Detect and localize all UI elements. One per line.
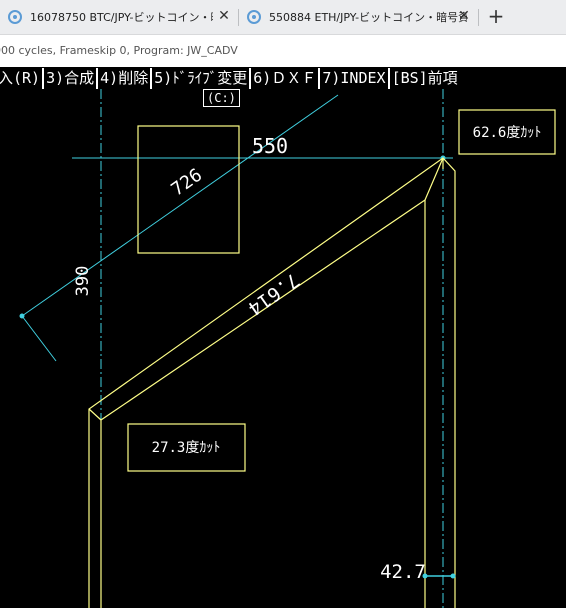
dimension-rect-height: 390 (73, 266, 93, 297)
tab-title: 550884 ETH/JPY-ビットコイン・暗号資 (269, 11, 467, 24)
emulator-status-line: 000 cycles, Frameskip 0, Program: JW_CAD… (0, 35, 566, 67)
dimension-point (19, 313, 25, 319)
close-tab-icon[interactable]: ✕ (216, 5, 232, 27)
browser-tab-btc[interactable]: 16078750 BTC/JPY-ビットコイン・暗号 (8, 4, 213, 30)
dimension-bottom-right: 42.7 (380, 561, 426, 583)
close-tab-icon[interactable]: ✕ (456, 5, 472, 27)
tab-separator (478, 9, 479, 26)
part-outline-outer (88, 157, 456, 608)
dimension-rect-diagonal: 726 (168, 165, 207, 201)
browser-tab-bar: 16078750 BTC/JPY-ビットコイン・暗号 ✕ 550884 ETH/… (0, 0, 566, 35)
tab-favicon-icon (247, 10, 261, 24)
new-tab-button[interactable]: + (486, 2, 506, 30)
cut-label-left: 27.3度ｶｯﾄ (152, 440, 221, 456)
cad-screen[interactable]: 入(R) 3)合成 4)削除 5)ﾄﾞﾗｲﾌﾞ変更 6)ＤＸＦ 7)INDEX … (0, 67, 566, 608)
tab-favicon-icon (8, 10, 22, 24)
part-outline-inner (100, 198, 426, 608)
dimension-top-width: 550 (252, 134, 288, 158)
tab-title: 16078750 BTC/JPY-ビットコイン・暗号 (30, 11, 213, 24)
tab-separator (238, 9, 239, 26)
dimension-point (450, 573, 456, 579)
dimension-slope-length: 7.614 (244, 268, 303, 319)
cut-label-right: 62.6度ｶｯﾄ (473, 125, 542, 141)
cad-drawing: 62.6度ｶｯﾄ 27.3度ｶｯﾄ 550 726 390 7.614 42.7 (19, 89, 556, 608)
dimension-extension-line (21, 315, 57, 362)
browser-tab-eth[interactable]: 550884 ETH/JPY-ビットコイン・暗号資 (247, 4, 467, 30)
part-edge (88, 408, 102, 421)
